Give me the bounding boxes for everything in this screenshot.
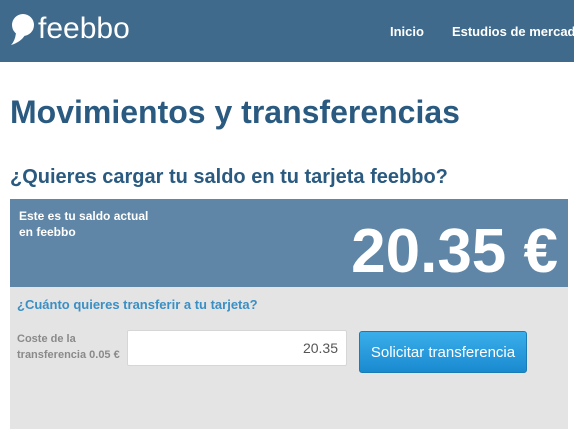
section-subtitle: ¿Quieres cargar tu saldo en tu tarjeta f… <box>10 166 448 188</box>
top-header: feebbo Inicio Estudios de mercado <box>0 0 574 62</box>
logo-text: feebbo <box>38 12 130 45</box>
main-nav: Inicio Estudios de mercado <box>390 0 574 62</box>
transfer-amount-input[interactable] <box>127 330 347 366</box>
request-transfer-button[interactable]: Solicitar transferencia <box>359 331 527 373</box>
transfer-cost-label: Coste de la transferencia 0.05 € <box>17 333 120 361</box>
logo[interactable]: feebbo <box>10 12 130 46</box>
transfer-panel: ¿Cuánto quieres transferir a tu tarjeta?… <box>10 287 568 429</box>
nav-link-inicio[interactable]: Inicio <box>390 24 424 39</box>
nav-link-estudios[interactable]: Estudios de mercado <box>452 24 574 39</box>
balance-label: Este es tu saldo actual en feebbo <box>19 209 149 239</box>
page-title: Movimientos y transferencias <box>10 94 460 130</box>
balance-amount: 20.35 € <box>351 217 558 286</box>
balance-panel: Este es tu saldo actual en feebbo 20.35 … <box>10 199 568 287</box>
speech-drop-icon <box>10 12 36 46</box>
transfer-question: ¿Cuánto quieres transferir a tu tarjeta? <box>17 297 258 312</box>
